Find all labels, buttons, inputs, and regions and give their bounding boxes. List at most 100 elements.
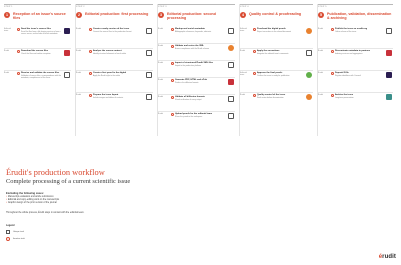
- task-description: Online release of the issue: [335, 31, 357, 34]
- task-owner: Érudit: [158, 28, 163, 30]
- step-title: Editorial production: second processing: [167, 12, 216, 21]
- task-title-text: Publish the issue on erudit.org: [335, 28, 368, 30]
- task-item: Editorial team Send the issue's source fi…: [4, 28, 71, 35]
- tool-logo-icon: [306, 94, 312, 100]
- legend-heading: Legend: [6, 224, 15, 227]
- tool-logo-icon: [146, 72, 152, 78]
- task-description: Send the files from a file sharing servi…: [21, 31, 61, 36]
- contact-note: Throughout the whole process, Érudit sta…: [6, 212, 85, 214]
- task-marker-icon: [331, 50, 334, 53]
- tool-logo-icon: [306, 28, 312, 34]
- tool-logo-icon: [228, 79, 234, 85]
- task-description: Visual verification of every output: [175, 99, 202, 102]
- task-description: Share the proofs in the workspace: [175, 116, 203, 119]
- task-item: Editorial team Proofread the digital proo…: [240, 28, 313, 35]
- task-divider: [240, 92, 313, 93]
- task-divider: [158, 94, 235, 95]
- workflow-page: STEP 1 1 Reception of an issue's source fi…: [0, 0, 401, 265]
- tool-logo-icon: [386, 28, 392, 34]
- step-title: Editorial production: first processing: [85, 12, 149, 16]
- task-marker-icon: [331, 94, 334, 97]
- task-description: Report corrections in the shared documen…: [257, 31, 291, 34]
- tool-logo-icon: [228, 28, 234, 34]
- tool-logo-icon: [386, 72, 392, 78]
- step-header: 2 Editorial production: first processing: [76, 12, 153, 22]
- task-divider: [318, 92, 393, 93]
- task-owner: Érudit: [240, 50, 245, 52]
- task-owner: Érudit: [158, 62, 163, 64]
- task-description: Produce the diffusion formats: [175, 82, 199, 85]
- task-title-text: Upload proofs for the editorial team: [175, 113, 213, 115]
- task-description: Convert the source files to the producti…: [93, 31, 132, 34]
- task-description: Indexing services and aggregators: [335, 53, 363, 56]
- workflow-steps: STEP 1 1 Reception of an issue's source fi…: [4, 4, 397, 150]
- task-title-text: Validate all diffusion formats: [175, 96, 205, 98]
- task-item: Érudit Upload proofs for the editorial te…: [158, 113, 235, 120]
- exclusions-heading: Excluding the following cases:: [6, 192, 44, 195]
- step-title: Quality control & proofreading: [249, 12, 302, 16]
- tool-logo-icon: [64, 28, 70, 34]
- task-marker-icon: [89, 28, 92, 31]
- task-description: Include images and tables of contents: [93, 97, 124, 100]
- step-tag: STEP 4: [240, 4, 313, 8]
- task-owner: Érudit: [158, 45, 163, 47]
- legend-row-unique: Unique task: [6, 230, 126, 235]
- task-divider: [158, 60, 235, 61]
- task-divider: [158, 43, 235, 44]
- task-title-text: Generate PDF, HTML and ePub: [175, 79, 207, 81]
- legend-label: Unique task: [13, 230, 24, 233]
- task-divider: [318, 48, 393, 49]
- tool-logo-icon: [64, 50, 70, 56]
- task-title-text: Import of structured Érudit XML files: [175, 62, 214, 64]
- task-owner: Érudit: [76, 72, 81, 74]
- exclusion-item: Graphic design of the print version of t…: [6, 202, 206, 205]
- task-marker-icon: [171, 45, 174, 48]
- task-divider: [240, 48, 313, 49]
- task-marker-icon: [89, 72, 92, 75]
- task-description: Check the files and confirm reception: [21, 53, 51, 56]
- task-owner: Érudit: [318, 72, 323, 74]
- task-item: Editorial team Approve the final proofs Co…: [240, 72, 313, 79]
- task-divider: [158, 111, 235, 112]
- tool-logo-icon: [146, 28, 152, 34]
- task-owner: Érudit: [158, 113, 163, 115]
- tool-logo-icon: [228, 62, 234, 68]
- iterative-task-icon: [6, 237, 10, 241]
- task-description: Import to the production platform: [175, 65, 201, 68]
- step-title: Reception of an issue's source files: [13, 12, 66, 21]
- task-item: Érudit Receive and validate the source fi…: [4, 72, 71, 79]
- task-owner: Érudit: [76, 50, 81, 52]
- task-owner: Érudit: [158, 96, 163, 98]
- task-title-text: Proofread the digital proofs: [257, 28, 286, 30]
- task-item: Érudit Disseminate metadata to partners In…: [318, 50, 393, 57]
- step-tag: STEP 2: [76, 4, 153, 8]
- tool-logo-icon: [306, 50, 312, 56]
- task-owner: Érudit: [158, 79, 163, 81]
- task-owner: Érudit: [318, 28, 323, 30]
- task-item: Érudit Publish the issue on erudit.org Onl…: [318, 28, 393, 35]
- task-description: Apply the Érudit style to the article: [93, 75, 121, 78]
- task-item: Érudit Generate PDF, HTML and ePub Produce…: [158, 79, 235, 86]
- step-header: 5 Publication, validation, dissemination …: [318, 12, 393, 22]
- step-number-badge: 2: [76, 12, 82, 18]
- task-title-text: Approve the final proofs: [257, 72, 283, 74]
- task-item: Érudit Validate and revise the XML Ensure …: [158, 45, 235, 52]
- task-divider: [240, 70, 313, 71]
- task-marker-icon: [171, 96, 174, 99]
- tool-logo-icon: [306, 72, 312, 78]
- task-owner: Editorial team: [240, 28, 247, 33]
- task-divider: [4, 48, 71, 49]
- task-marker-icon: [331, 72, 334, 75]
- step-number-badge: 4: [240, 12, 246, 18]
- task-title-text: Deposit DOIs: [335, 72, 349, 74]
- legend-label: Iterative task: [13, 237, 25, 240]
- tool-logo-icon: [228, 113, 234, 119]
- task-item: Érudit Quality control of the issue Final …: [240, 94, 313, 101]
- task-marker-icon: [171, 113, 174, 116]
- task-title-text: Receive and validate the source files: [21, 72, 60, 74]
- task-description: Long-term preservation: [335, 97, 354, 100]
- task-owner: Editorial team: [240, 72, 247, 77]
- step-tag: STEP 5: [318, 4, 393, 8]
- task-item: Érudit Download the source files Check the…: [4, 50, 71, 57]
- task-description: Ensure compliance with the Érudit schema: [175, 48, 209, 51]
